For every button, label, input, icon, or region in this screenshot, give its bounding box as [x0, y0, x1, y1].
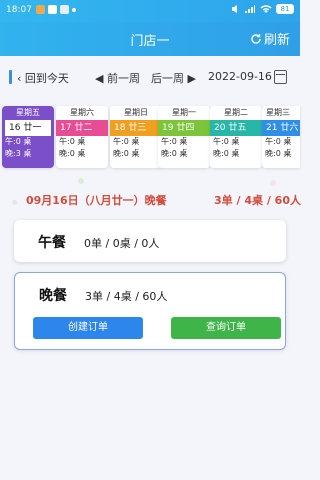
refresh-icon: [251, 33, 261, 44]
lunch-card[interactable]: 午餐 0单 / 0桌 / 0人: [14, 220, 286, 262]
decor-dot: [270, 180, 276, 186]
day-date: 17 廿二: [56, 120, 108, 136]
dinner-stat: 3单 / 4桌 / 60人: [85, 290, 168, 303]
selected-meal-summary: 09月16日（八月廿一）晚餐 3单 / 4桌 / 60人: [26, 192, 301, 208]
triangle-right-icon: ▶: [187, 72, 196, 85]
day-dinner-count: 晚:0 桌: [213, 149, 240, 158]
prev-week-label: 前一周: [106, 72, 140, 85]
app-notification-icon: [60, 5, 69, 14]
day-dinner-count: 晚:0 桌: [265, 149, 292, 158]
status-time: 18:07: [6, 5, 32, 15]
status-bar: 18:07 81: [0, 0, 300, 22]
dinner-title: 晚餐: [39, 288, 67, 304]
wifi-icon: [260, 5, 272, 13]
query-order-button[interactable]: 查询订单: [171, 317, 281, 339]
day-weekday: 星期五: [16, 108, 40, 117]
day-lunch-count: 午:0 桌: [113, 137, 140, 146]
next-week-label: 后一周: [151, 72, 184, 85]
prev-week-button[interactable]: ◀ 前一周: [95, 70, 140, 86]
day-date: 19 廿四: [158, 120, 210, 136]
week-day-strip: 星期五 16 廿一 午:0 桌 晚:3 桌 星期六 17 廿二 午:0 桌 晚:…: [0, 106, 300, 170]
calendar-icon[interactable]: [274, 70, 287, 84]
day-card-fri[interactable]: 星期五 16 廿一 午:0 桌 晚:3 桌: [2, 106, 54, 168]
decor-dot: [12, 200, 17, 205]
app-notification-icon: [48, 5, 57, 14]
back-to-today-label: 回到今天: [24, 72, 69, 85]
day-weekday: 星期日: [124, 108, 148, 117]
day-card-tue[interactable]: 星期二 20 廿五 午:0 桌 晚:0 桌: [210, 106, 262, 168]
day-weekday: 星期二: [224, 108, 248, 117]
day-card-mon[interactable]: 星期一 19 廿四 午:0 桌 晚:0 桌: [158, 106, 210, 168]
next-week-button[interactable]: 后一周 ▶: [151, 70, 196, 86]
system-icons: 81: [231, 4, 294, 14]
lunch-stat: 0单 / 0桌 / 0人: [84, 237, 160, 250]
day-lunch-count: 午:0 桌: [59, 137, 86, 146]
lunch-title: 午餐: [38, 235, 66, 251]
dot-icon: [72, 8, 76, 12]
day-dinner-count: 晚:0 桌: [113, 149, 140, 158]
day-lunch-count: 午:0 桌: [161, 137, 188, 146]
summary-date-meal: 09月16日（八月廿一）晚餐: [26, 194, 167, 207]
back-to-today-button[interactable]: ‹ 回到今天: [17, 70, 69, 86]
create-order-button[interactable]: 创建订单: [33, 317, 143, 339]
battery-icon: 81: [276, 4, 294, 14]
day-weekday: 星期一: [172, 108, 196, 117]
triangle-left-icon: ◀: [95, 72, 104, 85]
day-weekday: 星期六: [70, 108, 94, 117]
mute-icon: [232, 5, 237, 13]
day-date: 16 廿一: [5, 120, 51, 136]
summary-counts: 3单 / 4桌 / 60人: [214, 194, 301, 207]
app-notification-icon: [36, 5, 45, 14]
refresh-button[interactable]: 刷新: [250, 29, 290, 48]
day-card-sat[interactable]: 星期六 17 廿二 午:0 桌 晚:0 桌: [56, 106, 108, 168]
section-marker: [9, 70, 12, 84]
app-header: 门店一 刷新: [0, 22, 300, 56]
notification-icons: [36, 5, 76, 14]
day-card-wed[interactable]: 星期三 21 廿六 午:0 桌 晚:0 桌: [262, 106, 300, 168]
day-dinner-count: 晚:0 桌: [59, 149, 86, 158]
decor-dot: [78, 178, 84, 184]
current-date[interactable]: 2022-09-16: [208, 70, 272, 83]
signal-icon: [245, 5, 255, 13]
day-dinner-count: 晚:0 桌: [161, 149, 188, 158]
day-lunch-count: 午:0 桌: [213, 137, 240, 146]
dinner-card[interactable]: 晚餐 3单 / 4桌 / 60人 创建订单 查询订单: [14, 272, 286, 350]
day-date: 21 廿六: [262, 120, 300, 136]
day-lunch-count: 午:0 桌: [265, 137, 292, 146]
day-weekday: 星期三: [266, 108, 290, 117]
week-navigation: ‹ 回到今天 ◀ 前一周 后一周 ▶ 2022-09-16: [0, 66, 300, 90]
chevron-left-icon: ‹: [17, 72, 22, 85]
day-card-sun[interactable]: 星期日 18 廿三 午:0 桌 晚:0 桌: [110, 106, 162, 168]
refresh-label: 刷新: [263, 33, 290, 48]
day-date: 18 廿三: [110, 120, 162, 136]
day-dinner-count: 晚:3 桌: [5, 149, 32, 158]
day-lunch-count: 午:0 桌: [5, 137, 32, 146]
day-date: 20 廿五: [210, 120, 262, 136]
